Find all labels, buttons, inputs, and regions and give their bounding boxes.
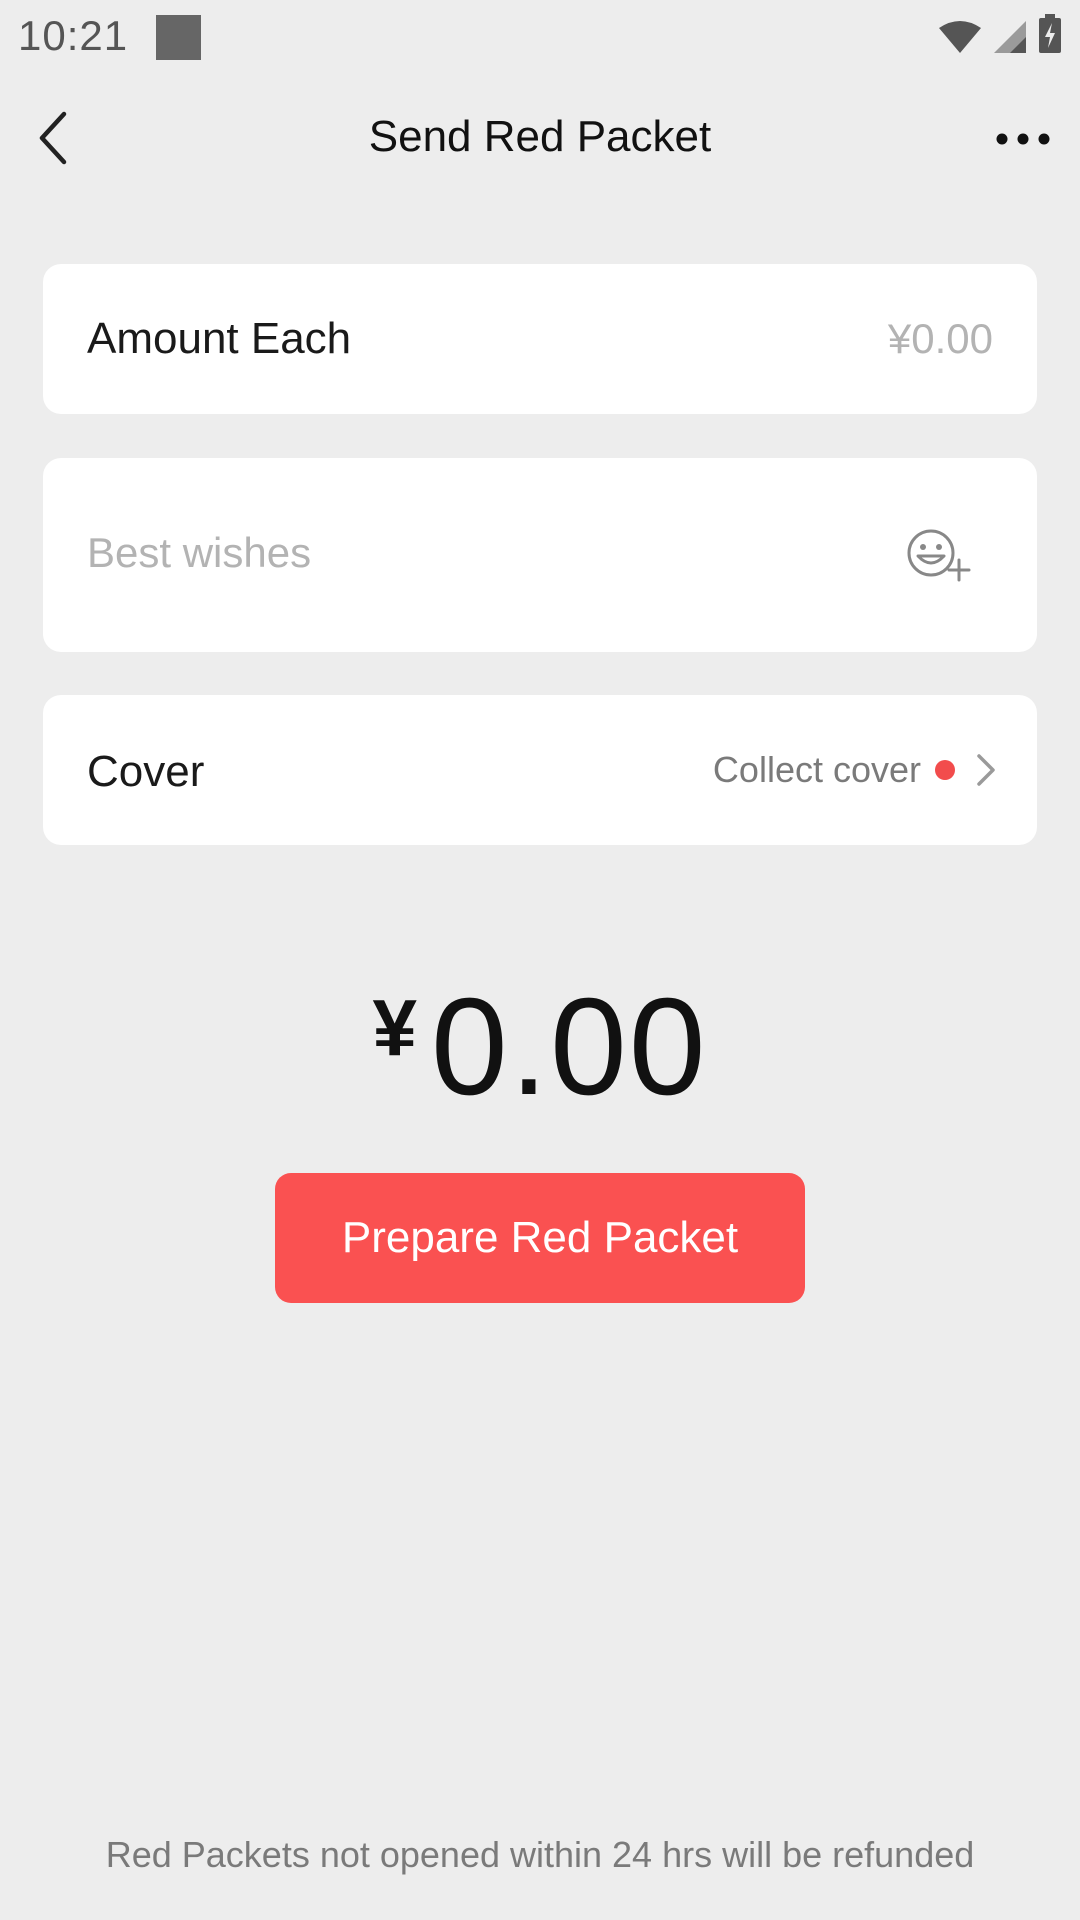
nav-bar: Send Red Packet <box>0 76 1080 200</box>
prepare-red-packet-button[interactable]: Prepare Red Packet <box>275 1173 805 1303</box>
refund-note: Red Packets not opened within 24 hrs wil… <box>105 1834 975 1875</box>
amount-each-label: Amount Each <box>87 314 352 363</box>
battery-charging-icon <box>1038 14 1062 59</box>
emoji-add-icon <box>907 529 971 582</box>
emoji-button[interactable] <box>905 526 975 584</box>
status-icons <box>938 14 1062 59</box>
cover-label: Cover <box>87 747 205 796</box>
cellular-signal-icon <box>992 20 1028 59</box>
notification-icon <box>156 15 201 60</box>
total-currency-symbol: ¥ <box>372 983 417 1072</box>
more-button[interactable] <box>988 114 1058 164</box>
collect-cover-link[interactable]: Collect cover <box>713 695 997 845</box>
status-time: 10:21 <box>18 12 129 59</box>
send-red-packet-screen: 10:21 Send Red Packet Amount Each ¥0.00 … <box>0 0 1080 1920</box>
wishes-input[interactable] <box>87 518 867 588</box>
cover-card[interactable]: Cover Collect cover <box>43 695 1037 845</box>
status-bar: 10:21 <box>0 0 1080 76</box>
page-title: Send Red Packet <box>368 112 712 161</box>
total-amount: ¥0.00 <box>0 968 1080 1127</box>
collect-cover-text: Collect cover <box>712 749 921 790</box>
wifi-icon <box>938 20 982 59</box>
total-amount-value: 0.00 <box>430 970 708 1124</box>
notification-dot <box>935 760 955 780</box>
amount-input[interactable] <box>593 304 993 374</box>
amount-card: Amount Each <box>43 264 1037 414</box>
chevron-right-icon <box>977 754 995 786</box>
wishes-card <box>43 458 1037 652</box>
more-dots-icon <box>996 133 1050 145</box>
